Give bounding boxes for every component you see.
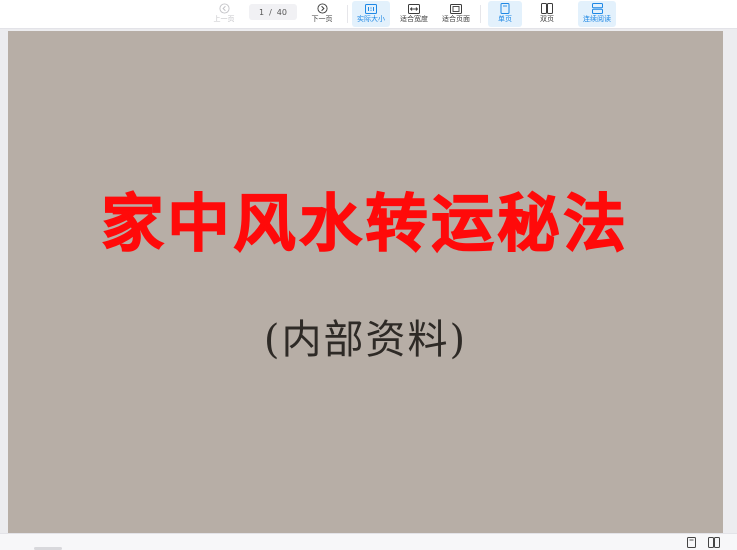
page-separator: / (269, 7, 272, 17)
pdf-viewer: 上一页 1 / 40 下一页 实际大小 适合宽度 适合页面 单页 双页 连续阅读… (0, 0, 737, 550)
prev-page-button[interactable]: 上一页 (208, 1, 240, 27)
continuous-reading-button[interactable]: 连续阅读 (578, 1, 616, 27)
double-page-label: 双页 (540, 15, 554, 23)
prev-page-label: 上一页 (213, 15, 235, 23)
chevron-left-circle-icon (218, 2, 230, 15)
status-bar (0, 533, 737, 550)
document-viewport[interactable]: 家中风水转运秘法 (内部资料) (0, 29, 737, 533)
current-page-number[interactable]: 1 (259, 8, 264, 17)
document-subtitle: (内部资料) (263, 317, 468, 363)
document-title: 家中风水转运秘法 (101, 187, 630, 261)
continuous-scroll-icon (591, 2, 603, 15)
single-page-view-icon[interactable] (684, 536, 698, 548)
actual-size-button[interactable]: 实际大小 (352, 1, 390, 27)
single-page-icon (500, 2, 510, 15)
double-page-icon (541, 2, 553, 15)
continuous-reading-label: 连续阅读 (583, 15, 611, 23)
toolbar-divider (480, 5, 481, 23)
next-page-button[interactable]: 下一页 (306, 1, 338, 27)
next-page-label: 下一页 (311, 15, 333, 23)
chevron-right-circle-icon (316, 2, 328, 15)
total-pages: 40 (276, 7, 287, 17)
toolbar-divider (347, 5, 348, 23)
double-page-view-icon[interactable] (707, 536, 721, 548)
toolbar: 上一页 1 / 40 下一页 实际大小 适合宽度 适合页面 单页 双页 连续阅读 (0, 0, 737, 29)
double-page-button[interactable]: 双页 (530, 1, 564, 27)
fit-width-label: 适合宽度 (400, 15, 428, 23)
fit-width-icon (408, 2, 420, 15)
fit-page-icon (450, 2, 462, 15)
single-page-button[interactable]: 单页 (488, 1, 522, 27)
page-indicator[interactable]: 1 / 40 (249, 4, 297, 20)
fit-page-label: 适合页面 (442, 15, 470, 23)
actual-size-label: 实际大小 (357, 15, 385, 23)
fit-page-button[interactable]: 适合页面 (437, 1, 475, 27)
one-to-one-icon (365, 2, 377, 15)
fit-width-button[interactable]: 适合宽度 (395, 1, 433, 27)
single-page-label: 单页 (498, 15, 512, 23)
document-page: 家中风水转运秘法 (内部资料) (8, 31, 723, 533)
